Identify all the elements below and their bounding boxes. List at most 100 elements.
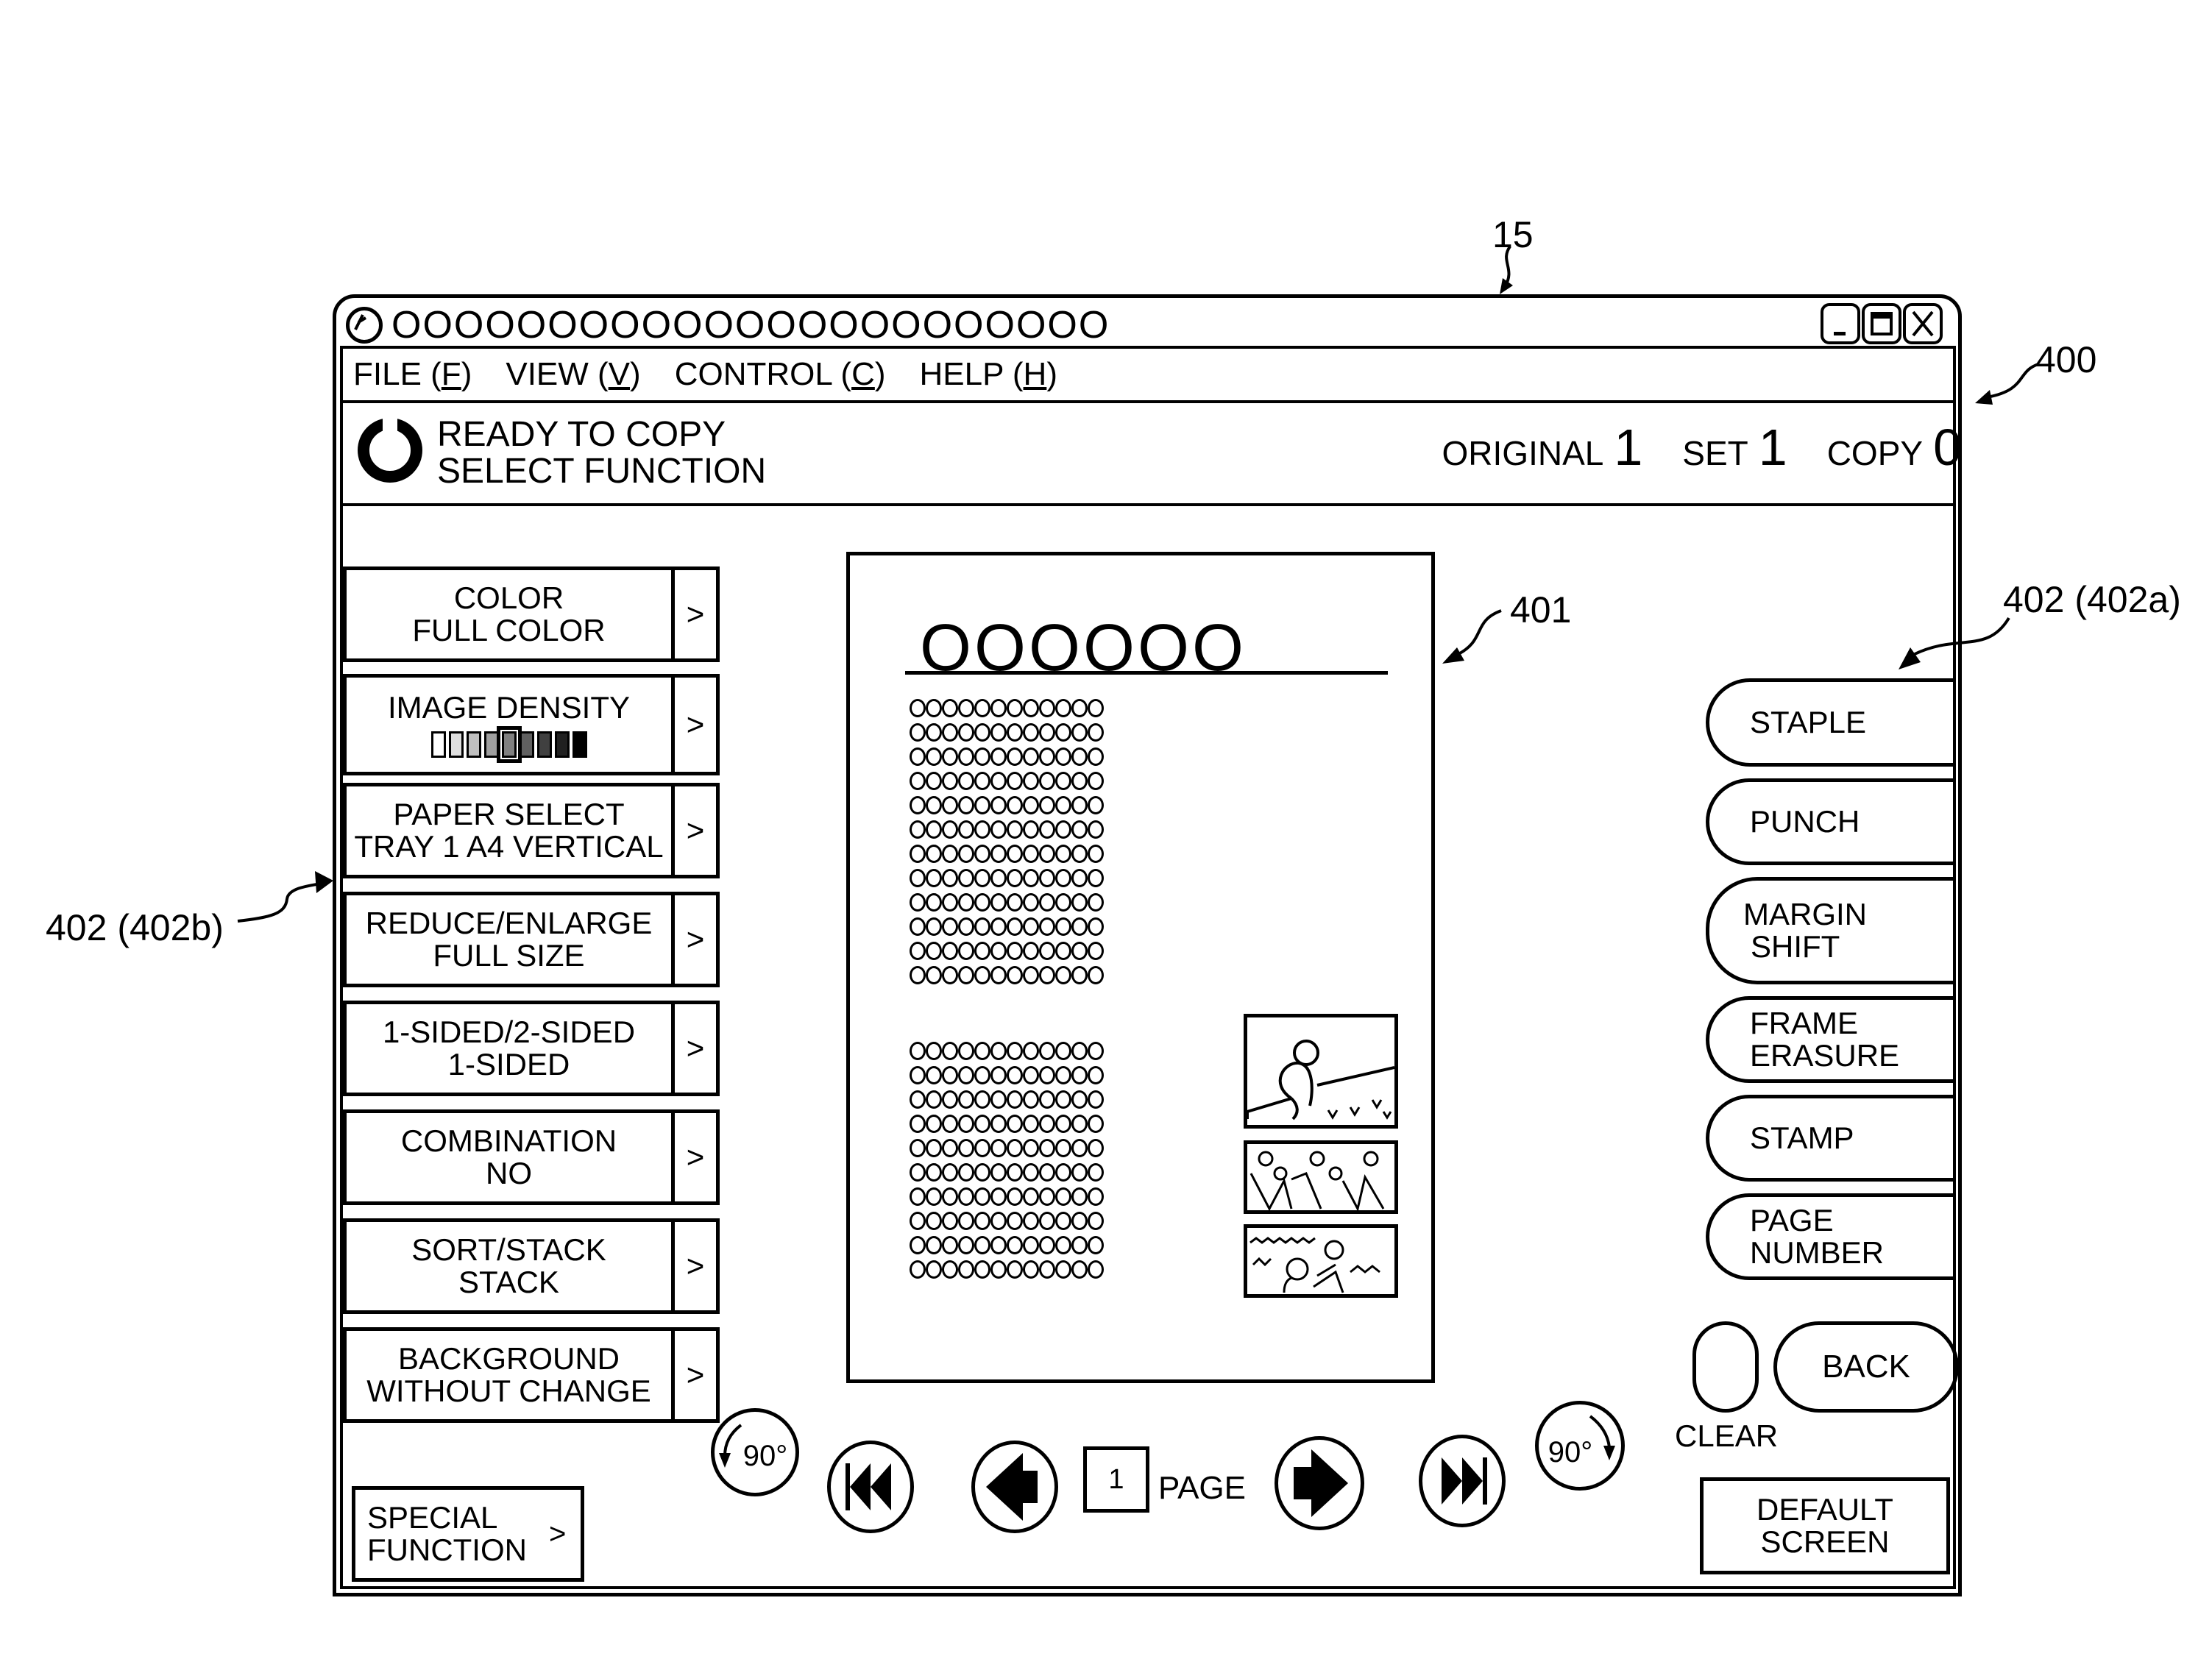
page-number-button[interactable]: PAGE NUMBER	[1706, 1193, 1956, 1280]
density-level-8[interactable]	[554, 731, 570, 758]
staple-button[interactable]: STAPLE	[1706, 678, 1956, 767]
density-level-3[interactable]	[466, 731, 481, 758]
placeholder-glyph	[910, 820, 926, 839]
default-screen-button[interactable]: DEFAULT SCREEN	[1700, 1477, 1950, 1574]
placeholder-glyph	[926, 1066, 942, 1084]
placeholder-glyph	[1071, 845, 1088, 863]
first-page-button[interactable]	[827, 1441, 914, 1533]
placeholder-glyph	[1007, 820, 1023, 839]
placeholder-glyph	[1039, 1260, 1055, 1279]
placeholder-glyph	[1071, 796, 1088, 814]
next-page-button[interactable]	[1275, 1436, 1364, 1530]
placeholder-glyph	[1071, 1260, 1088, 1279]
placeholder-glyph	[926, 893, 942, 912]
image-density-title: IMAGE DENSITY	[387, 690, 631, 725]
page-number-line1: PAGE	[1750, 1203, 1834, 1237]
placeholder-glyph	[1023, 1260, 1039, 1279]
minimize-button[interactable]	[1821, 303, 1860, 344]
placeholder-glyph	[1071, 820, 1088, 839]
placeholder-glyph	[1007, 1139, 1023, 1157]
close-button[interactable]	[1903, 303, 1943, 344]
rotate-right-button[interactable]: 90°	[1535, 1401, 1625, 1491]
placeholder-glyph	[958, 699, 974, 717]
placeholder-glyph	[1088, 1115, 1104, 1133]
last-page-button[interactable]	[1419, 1435, 1506, 1527]
density-level-9[interactable]	[572, 731, 587, 758]
page-number-value: 1	[1108, 1463, 1124, 1495]
menu-help[interactable]: HELP (H)	[920, 356, 1057, 393]
placeholder-glyph	[910, 1066, 926, 1084]
placeholder-glyph	[1055, 1187, 1071, 1206]
placeholder-glyph	[910, 1260, 926, 1279]
duplex-button[interactable]: 1-SIDED/2-SIDED 1-SIDED >	[343, 1001, 720, 1096]
placeholder-glyph	[1023, 1163, 1039, 1182]
sort-stack-value: STACK	[458, 1265, 559, 1299]
placeholder-glyph	[1055, 796, 1071, 814]
placeholder-glyph	[926, 1042, 942, 1060]
combination-button[interactable]: COMBINATION NO >	[343, 1109, 720, 1205]
placeholder-glyph	[1023, 845, 1039, 863]
density-scale[interactable]	[430, 726, 587, 763]
placeholder-glyph	[910, 1236, 926, 1254]
placeholder-glyph	[942, 1042, 958, 1060]
maximize-button[interactable]	[1862, 303, 1901, 344]
placeholder-glyph	[1055, 1236, 1071, 1254]
sort-stack-button[interactable]: SORT/STACK STACK >	[343, 1218, 720, 1314]
image-density-button[interactable]: IMAGE DENSITY >	[343, 674, 720, 775]
placeholder-glyph	[990, 917, 1007, 936]
stamp-button[interactable]: STAMP	[1706, 1095, 1956, 1182]
placeholder-glyph	[1055, 1042, 1071, 1060]
density-level-2[interactable]	[448, 731, 464, 758]
rotate-left-button[interactable]: 90°	[711, 1408, 799, 1496]
placeholder-glyph	[974, 845, 990, 863]
placeholder-glyph	[942, 796, 958, 814]
placeholder-glyph	[974, 820, 990, 839]
special-function-button[interactable]: SPECIAL FUNCTION >	[352, 1486, 584, 1582]
margin-shift-button[interactable]: MARGIN SHIFT	[1706, 877, 1956, 984]
placeholder-glyph	[926, 1090, 942, 1109]
placeholder-glyph	[958, 893, 974, 912]
placeholder-glyph	[974, 1115, 990, 1133]
placeholder-glyph	[942, 1260, 958, 1279]
density-level-5[interactable]	[496, 726, 522, 763]
placeholder-glyph	[1071, 869, 1088, 887]
background-button[interactable]: BACKGROUND WITHOUT CHANGE >	[343, 1327, 720, 1423]
placeholder-glyph	[1055, 747, 1071, 766]
placeholder-glyph	[910, 723, 926, 742]
background-title: BACKGROUND	[397, 1341, 620, 1376]
placeholder-glyph	[1007, 1115, 1023, 1133]
placeholder-glyph	[990, 1163, 1007, 1182]
placeholder-glyph	[1055, 845, 1071, 863]
menu-view[interactable]: VIEW (V)	[506, 356, 640, 393]
duplex-title: 1-SIDED/2-SIDED	[382, 1015, 636, 1049]
paper-select-button[interactable]: PAPER SELECT TRAY 1 A4 VERTICAL >	[343, 783, 720, 878]
placeholder-glyph	[1071, 893, 1088, 912]
density-level-1[interactable]	[430, 731, 446, 758]
page-number-field[interactable]: 1	[1083, 1446, 1149, 1513]
placeholder-glyph	[1088, 796, 1104, 814]
placeholder-glyph	[1039, 699, 1055, 717]
back-button[interactable]: BACK	[1773, 1321, 1959, 1413]
placeholder-glyph	[1088, 893, 1104, 912]
density-level-7[interactable]	[536, 731, 552, 758]
previous-page-button[interactable]	[971, 1441, 1058, 1533]
combination-value: NO	[486, 1156, 532, 1190]
placeholder-glyph	[926, 917, 942, 936]
color-button[interactable]: COLOR FULL COLOR >	[343, 566, 720, 662]
density-level-4[interactable]	[483, 731, 499, 758]
clear-button[interactable]	[1692, 1321, 1759, 1413]
reduce-enlarge-button[interactable]: REDUCE/ENLARGE FULL SIZE >	[343, 892, 720, 987]
menu-file[interactable]: FILE (F)	[353, 356, 472, 393]
placeholder-glyph	[1071, 723, 1088, 742]
placeholder-glyph	[926, 869, 942, 887]
paper-select-value: TRAY 1 A4 VERTICAL	[354, 829, 664, 864]
frame-erasure-button[interactable]: FRAME ERASURE	[1706, 996, 1956, 1083]
punch-button[interactable]: PUNCH	[1706, 778, 1956, 865]
placeholder-glyph	[958, 1042, 974, 1060]
placeholder-glyph	[990, 1187, 1007, 1206]
placeholder-glyph	[1071, 1236, 1088, 1254]
menu-control[interactable]: CONTROL (C)	[675, 356, 886, 393]
density-level-6[interactable]	[519, 731, 534, 758]
placeholder-glyph	[1071, 917, 1088, 936]
placeholder-glyph	[910, 942, 926, 960]
